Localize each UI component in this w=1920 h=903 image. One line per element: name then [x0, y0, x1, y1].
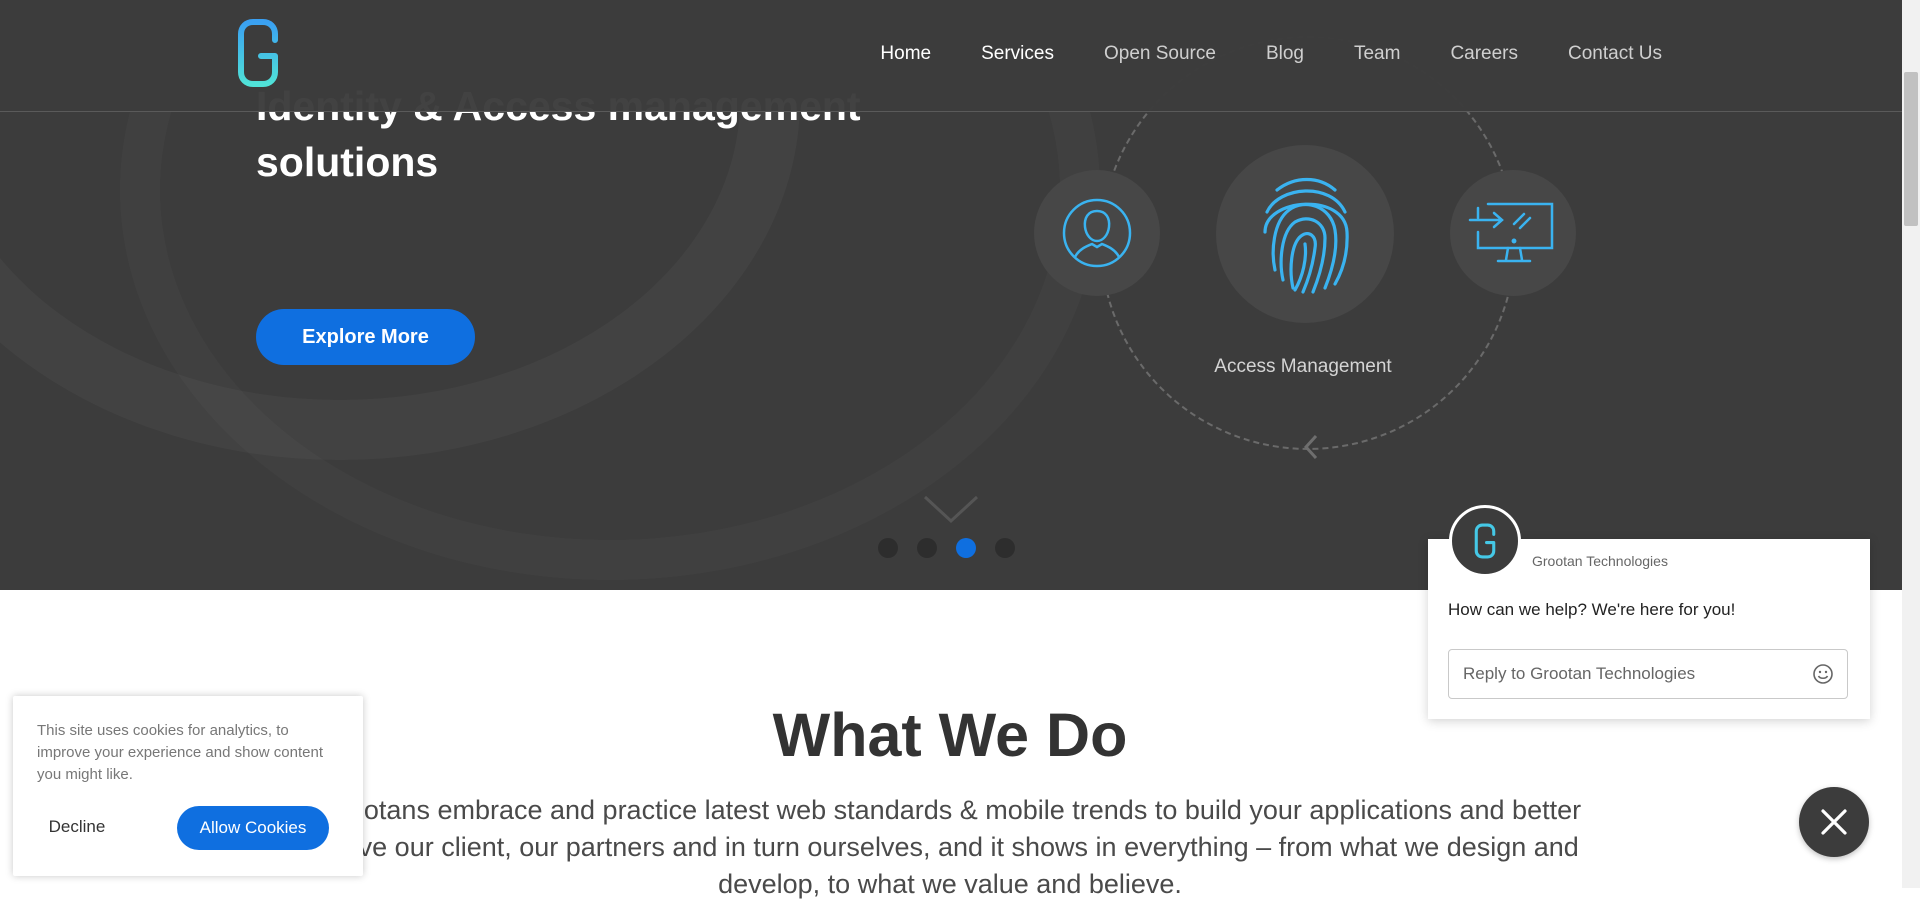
- hero-title-line2: solutions: [256, 139, 439, 185]
- carousel-dot[interactable]: [878, 538, 898, 558]
- decline-cookies-button[interactable]: Decline: [37, 806, 117, 848]
- chat-avatar: [1449, 505, 1521, 577]
- logo-g-icon: [1474, 523, 1496, 559]
- monitor-feature: [1450, 170, 1576, 296]
- site-logo[interactable]: [235, 18, 281, 88]
- scroll-down-button[interactable]: [922, 494, 980, 524]
- carousel-dot-active[interactable]: [956, 538, 976, 558]
- user-icon: [1062, 198, 1132, 268]
- emoji-button[interactable]: [1812, 663, 1834, 685]
- user-feature: [1034, 170, 1160, 296]
- nav-team[interactable]: Team: [1354, 43, 1400, 65]
- nav-blog[interactable]: Blog: [1266, 43, 1304, 65]
- section-description: Grootans embrace and practice latest web…: [318, 795, 1582, 899]
- explore-more-button[interactable]: Explore More: [256, 309, 475, 365]
- nav-open-source[interactable]: Open Source: [1104, 43, 1216, 65]
- carousel-dots: [878, 538, 1015, 558]
- chat-message: How can we help? We're here for you!: [1448, 600, 1736, 619]
- monitor-icon: [1468, 202, 1554, 263]
- scrollbar-thumb[interactable]: [1904, 72, 1918, 226]
- nav-contact-us[interactable]: Contact Us: [1568, 43, 1662, 65]
- chat-reply-input[interactable]: [1448, 649, 1848, 699]
- chevron-left-icon: [1303, 434, 1318, 460]
- chevron-down-icon: [923, 495, 979, 524]
- carousel-dot[interactable]: [995, 538, 1015, 558]
- nav-home[interactable]: Home: [880, 43, 931, 65]
- emoji-icon: [1813, 664, 1833, 684]
- chat-company-name: Grootan Technologies: [1532, 553, 1668, 569]
- close-icon: [1821, 809, 1847, 835]
- fingerprint-feature: [1216, 145, 1394, 323]
- carousel-dot[interactable]: [917, 538, 937, 558]
- close-chat-button[interactable]: [1799, 787, 1869, 857]
- top-navbar: Home Services Open Source Blog Team Care…: [0, 0, 1902, 112]
- allow-cookies-button[interactable]: Allow Cookies: [177, 806, 329, 850]
- logo-g-icon: [238, 19, 278, 87]
- cookie-banner: This site uses cookies for analytics, to…: [13, 696, 363, 876]
- nav-menu: Home Services Open Source Blog Team Care…: [830, 43, 1662, 65]
- feature-label: Access Management: [1214, 356, 1392, 377]
- nav-services[interactable]: Services: [981, 43, 1054, 65]
- fingerprint-icon: [1263, 178, 1349, 294]
- carousel-prev-button[interactable]: [1298, 430, 1324, 464]
- cookie-text: This site uses cookies for analytics, to…: [37, 722, 323, 783]
- nav-careers[interactable]: Careers: [1450, 43, 1518, 65]
